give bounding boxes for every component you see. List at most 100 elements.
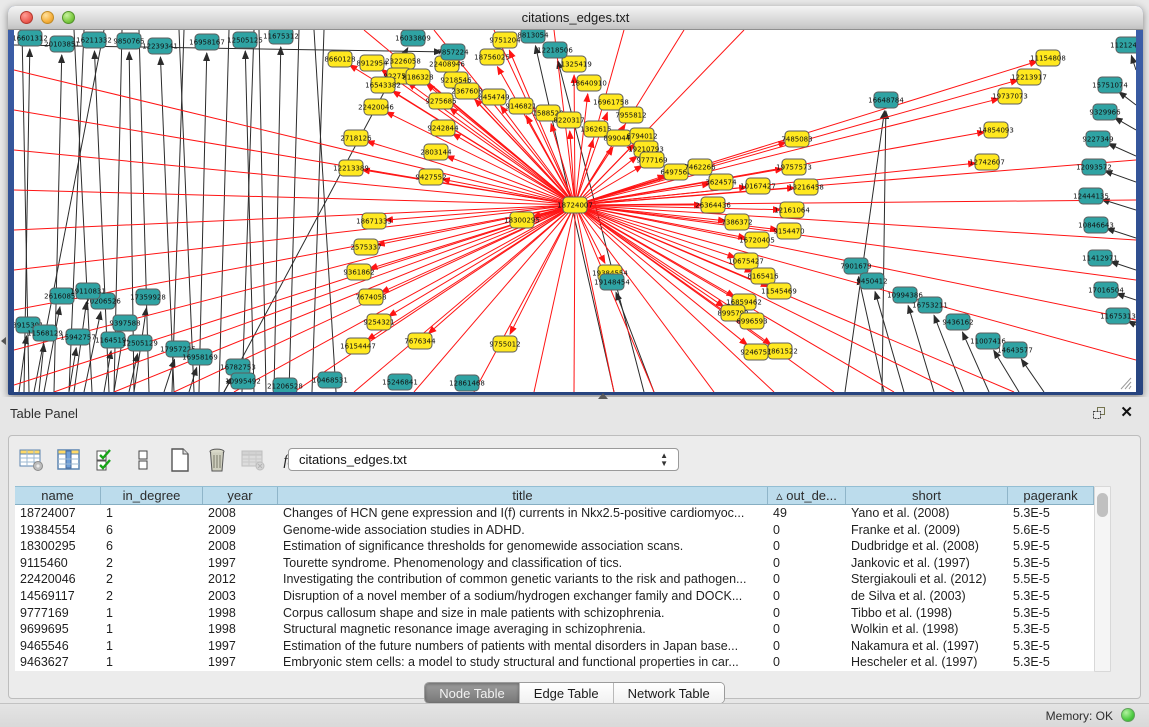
table-row[interactable]: 1456911722003Disruption of a novel membe… — [15, 588, 1094, 605]
cell-name[interactable]: 14569117 — [15, 588, 101, 605]
table-row[interactable]: 2242004622012Investigating the contribut… — [15, 571, 1094, 588]
float-window-icon[interactable] — [1093, 407, 1107, 420]
graph-node[interactable]: 9361862 — [343, 264, 374, 280]
graph-node[interactable]: 7676344 — [404, 333, 436, 349]
graph-node[interactable]: 12213917 — [1011, 69, 1047, 85]
cell-out_degree[interactable]: 49 — [768, 505, 846, 522]
window-titlebar[interactable]: citations_edges.txt — [8, 6, 1143, 30]
graph-node[interactable]: 12861468 — [449, 375, 485, 391]
graph-node[interactable]: 8660128 — [324, 51, 355, 67]
cell-name[interactable]: 22420046 — [15, 571, 101, 588]
graph-node[interactable]: 8813054 — [517, 30, 549, 43]
cell-out_degree[interactable]: 0 — [768, 654, 846, 671]
resize-grip-icon[interactable] — [1117, 376, 1133, 390]
table-settings-button[interactable] — [17, 446, 47, 476]
cell-in_degree[interactable]: 2 — [101, 588, 203, 605]
graph-node[interactable]: 9450412 — [856, 273, 887, 289]
window-close-button[interactable] — [20, 11, 33, 24]
graph-node[interactable]: 11212478 — [1110, 37, 1136, 53]
delete-button[interactable] — [202, 446, 232, 476]
graph-node[interactable]: 9427552 — [415, 169, 446, 185]
column-header-title[interactable]: title — [278, 487, 768, 504]
cell-title[interactable]: Tourette syndrome. Phenomenology and cla… — [278, 555, 768, 572]
cell-title[interactable]: Corpus callosum shape and size in male p… — [278, 605, 768, 622]
cell-in_degree[interactable]: 6 — [101, 538, 203, 555]
table-row[interactable]: 946554611997Estimation of the future num… — [15, 638, 1094, 655]
graph-node[interactable]: 12161064 — [774, 202, 810, 218]
cell-in_degree[interactable]: 1 — [101, 654, 203, 671]
graph-node[interactable]: 7462266 — [684, 159, 716, 175]
cell-year[interactable]: 2012 — [203, 571, 278, 588]
graph-node[interactable]: 11154808 — [1030, 50, 1066, 66]
cell-pagerank[interactable]: 5.9E-5 — [1008, 538, 1094, 555]
cell-out_degree[interactable]: 0 — [768, 538, 846, 555]
cell-year[interactable]: 2008 — [203, 538, 278, 555]
cell-short[interactable]: Yano et al. (2008) — [846, 505, 1008, 522]
cell-in_degree[interactable]: 1 — [101, 638, 203, 655]
cell-name[interactable]: 9465546 — [15, 638, 101, 655]
select-all-button[interactable] — [91, 446, 121, 476]
graph-node[interactable]: 7955812 — [615, 107, 646, 123]
table-row[interactable]: 911546021997Tourette syndrome. Phenomeno… — [15, 555, 1094, 572]
graph-node[interactable]: 15246841 — [382, 374, 418, 390]
graph-node[interactable]: 11675312 — [263, 30, 299, 44]
delete-table-button[interactable] — [239, 446, 269, 476]
graph-node[interactable]: 8186328 — [402, 69, 433, 85]
graph-node[interactable]: 21206528 — [267, 378, 303, 392]
column-header-in_degree[interactable]: in_degree — [101, 487, 203, 504]
unselect-all-button[interactable] — [128, 446, 158, 476]
cell-pagerank[interactable]: 5.3E-5 — [1008, 621, 1094, 638]
graph-node[interactable]: 7901679 — [840, 258, 871, 274]
graph-node[interactable]: 11412971 — [1082, 250, 1118, 266]
table-row[interactable]: 977716911998Corpus callosum shape and si… — [15, 605, 1094, 622]
cell-pagerank[interactable]: 5.3E-5 — [1008, 638, 1094, 655]
tab-node-table[interactable]: Node Table — [425, 683, 520, 703]
graph-node[interactable]: 9850765 — [113, 33, 144, 49]
graph-node[interactable]: 9777169 — [636, 152, 667, 168]
graph-node[interactable]: 10846643 — [1078, 217, 1114, 233]
cell-year[interactable]: 1997 — [203, 555, 278, 572]
graph-node[interactable]: 12093572 — [1076, 159, 1112, 175]
cell-year[interactable]: 1997 — [203, 638, 278, 655]
graph-node[interactable]: 9755012 — [489, 336, 520, 352]
cell-short[interactable]: Nakamura et al. (1997) — [846, 638, 1008, 655]
cell-title[interactable]: Genome-wide association studies in ADHD. — [278, 522, 768, 539]
graph-node[interactable]: 2718126 — [340, 130, 372, 146]
cell-in_degree[interactable]: 1 — [101, 621, 203, 638]
column-header-out_degree[interactable]: ▵ out_de... — [768, 487, 846, 504]
cell-pagerank[interactable]: 5.3E-5 — [1008, 654, 1094, 671]
graph-node[interactable]: 16720405 — [739, 232, 775, 248]
graph-node[interactable]: 8165416 — [747, 268, 779, 284]
column-header-year[interactable]: year — [203, 487, 278, 504]
table-row[interactable]: 1872400712008Changes of HCN gene express… — [15, 505, 1094, 522]
new-document-button[interactable] — [165, 446, 195, 476]
cell-in_degree[interactable]: 6 — [101, 522, 203, 539]
cell-name[interactable]: 18724007 — [15, 505, 101, 522]
graph-node[interactable]: 17016504 — [1088, 282, 1124, 298]
cell-title[interactable]: Disruption of a novel member of a sodium… — [278, 588, 768, 605]
table-row[interactable]: 1830029562008Estimation of significance … — [15, 538, 1094, 555]
graph-node[interactable]: 12444135 — [1073, 188, 1109, 204]
graph-node[interactable]: 9242844 — [427, 120, 459, 136]
cell-in_degree[interactable]: 2 — [101, 571, 203, 588]
cell-short[interactable]: Tibbo et al. (1998) — [846, 605, 1008, 622]
cell-name[interactable]: 18300295 — [15, 538, 101, 555]
cell-title[interactable]: Structural magnetic resonance image aver… — [278, 621, 768, 638]
graph-node[interactable]: 15751074 — [1092, 77, 1128, 93]
graph-node[interactable]: 16033809 — [395, 30, 431, 46]
cell-in_degree[interactable]: 1 — [101, 505, 203, 522]
cell-name[interactable]: 19384554 — [15, 522, 101, 539]
cell-short[interactable]: de Silva et al. (2003) — [846, 588, 1008, 605]
cell-year[interactable]: 2009 — [203, 522, 278, 539]
graph-node[interactable]: 18756025 — [474, 49, 510, 65]
graph-node[interactable]: 23226058 — [385, 53, 421, 69]
cell-out_degree[interactable]: 0 — [768, 588, 846, 605]
close-icon[interactable]: ✕ — [1120, 405, 1133, 421]
graph-node[interactable]: 16601312 — [14, 30, 48, 46]
cell-pagerank[interactable]: 5.3E-5 — [1008, 605, 1094, 622]
cell-out_degree[interactable]: 0 — [768, 555, 846, 572]
graph-node[interactable]: 9329966 — [1089, 104, 1121, 120]
graph-node[interactable]: 16648784 — [868, 92, 904, 108]
cell-pagerank[interactable]: 5.3E-5 — [1008, 555, 1094, 572]
graph-node[interactable]: 2803144 — [420, 144, 452, 160]
